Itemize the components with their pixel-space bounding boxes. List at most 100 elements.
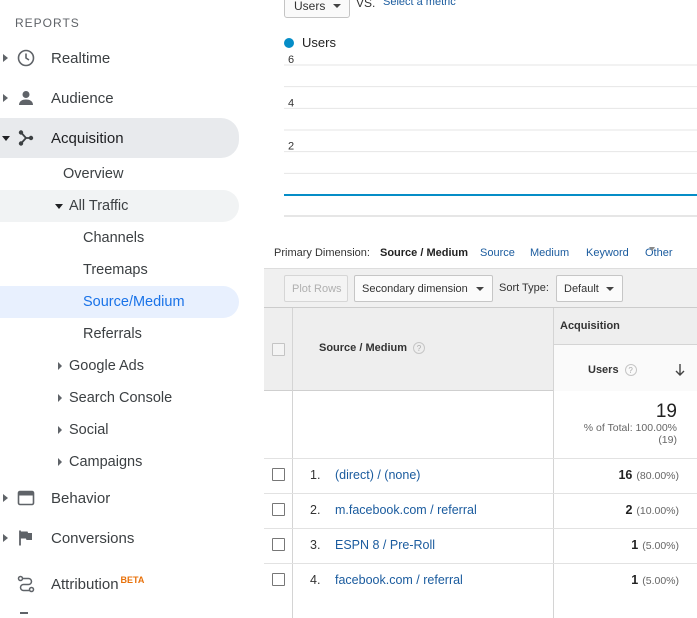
sidebar-item-conversions[interactable]: Conversions [0, 520, 240, 556]
y-tick-label: 4 [288, 97, 294, 109]
reports-section-label: REPORTS [15, 16, 80, 30]
row-users-value: 1 (5.00%) [553, 538, 697, 552]
row-source-link[interactable]: m.facebook.com / referral [335, 503, 477, 517]
sidebar-item-label: Social [69, 422, 109, 438]
row-number: 1. [310, 468, 321, 482]
row-number: 2. [310, 503, 321, 517]
sidebar-item-channels[interactable]: Channels [83, 222, 144, 254]
collapse-caret-icon[interactable] [55, 204, 63, 209]
expand-caret-icon[interactable] [58, 362, 62, 370]
sidebar: REPORTS Realtime Audience Acquisition Ov… [0, 0, 264, 618]
column-header-source-medium[interactable]: Source / Medium? [319, 342, 426, 355]
row-users-value: 1 (5.00%) [553, 573, 697, 587]
sort-descending-icon[interactable] [675, 363, 685, 377]
dropdown-arrow-icon [606, 287, 614, 291]
sidebar-item-label: Audience [51, 89, 114, 107]
expand-caret-icon[interactable] [58, 458, 62, 466]
expand-caret-icon[interactable] [3, 534, 8, 542]
sidebar-item-label: Attribution BETA [51, 574, 145, 593]
sidebar-item-referrals[interactable]: Referrals [83, 318, 142, 350]
next-item-icon [20, 612, 28, 618]
sidebar-item-label: All Traffic [69, 198, 129, 214]
row-source-link[interactable]: facebook.com / referral [335, 573, 463, 587]
dropdown-arrow-icon [476, 287, 484, 291]
primary-dimension-label: Primary Dimension: [274, 247, 370, 259]
sidebar-item-search-console[interactable]: Search Console [0, 382, 239, 414]
row-checkbox[interactable] [272, 468, 285, 481]
sidebar-item-label: Realtime [51, 49, 111, 67]
expand-caret-icon[interactable] [58, 426, 62, 434]
row-number: 3. [310, 538, 321, 552]
sidebar-item-campaigns[interactable]: Campaigns [0, 446, 239, 478]
collapse-caret-icon[interactable] [2, 135, 10, 141]
sidebar-item-treemaps[interactable]: Treemaps [83, 254, 148, 286]
primary-dimension-current: Source / Medium [380, 247, 469, 259]
sidebar-item-label: Source/Medium [83, 294, 185, 310]
users-count: 1 [631, 538, 639, 552]
row-source-link[interactable]: ESPN 8 / Pre-Roll [335, 538, 435, 552]
sidebar-item-acquisition[interactable]: Acquisition [0, 118, 239, 158]
expand-caret-icon[interactable] [3, 94, 8, 102]
row-source-link[interactable]: (direct) / (none) [335, 468, 420, 482]
users-count: 2 [625, 503, 633, 517]
sidebar-item-audience[interactable]: Audience [0, 80, 240, 116]
legend-dot-icon [284, 37, 294, 48]
column-divider [553, 308, 554, 618]
row-users-value: 16 (80.00%) [553, 468, 697, 482]
row-checkbox[interactable] [272, 538, 285, 551]
row-checkbox[interactable] [272, 503, 285, 516]
metric-select[interactable]: Users [284, 0, 350, 18]
users-pct: (80.00%) [636, 470, 679, 482]
person-icon [16, 88, 36, 108]
sidebar-item-google-ads[interactable]: Google Ads [0, 350, 239, 382]
beta-badge: BETA [120, 574, 145, 585]
sidebar-item-social[interactable]: Social [0, 414, 239, 446]
row-checkbox[interactable] [272, 573, 285, 586]
sidebar-item-label: Behavior [51, 489, 111, 507]
select-metric-link[interactable]: Select a metric [383, 0, 456, 8]
table-row: 4. facebook.com / referral 1 (5.00%) [264, 563, 697, 598]
sidebar-item-overview[interactable]: Overview [63, 158, 123, 190]
secondary-dimension-select[interactable]: Secondary dimension [354, 275, 493, 302]
expand-caret-icon[interactable] [58, 394, 62, 402]
row-divider [264, 563, 697, 564]
sidebar-item-all-traffic[interactable]: All Traffic [0, 190, 239, 222]
clock-icon [16, 48, 36, 68]
chart-legend: Users [284, 35, 336, 50]
users-count: 1 [631, 573, 639, 587]
sort-type-select[interactable]: Default [556, 275, 623, 302]
table-row: 3. ESPN 8 / Pre-Roll 1 (5.00%) [264, 528, 697, 563]
sidebar-item-label: Campaigns [69, 454, 143, 470]
sidebar-item-label: Conversions [51, 529, 135, 547]
select-all-checkbox[interactable] [272, 343, 285, 356]
vs-label: VS. [356, 0, 376, 10]
total-abs-line: (19) [658, 434, 677, 446]
help-icon[interactable]: ? [413, 342, 426, 355]
column-header-users[interactable]: Users? [553, 344, 697, 391]
plot-rows-button[interactable]: Plot Rows [284, 275, 348, 302]
expand-caret-icon[interactable] [3, 54, 8, 62]
sidebar-item-realtime[interactable]: Realtime [0, 40, 240, 76]
group-header-acquisition: Acquisition [560, 320, 620, 332]
totals-row: 19 % of Total: 100.00% (19) [264, 391, 697, 458]
flag-icon [16, 528, 36, 548]
sort-type-label: Sort Type: [499, 282, 549, 294]
dimension-link-keyword[interactable]: Keyword [586, 247, 629, 259]
acquisition-icon [16, 128, 36, 148]
users-count: 16 [618, 468, 633, 482]
table-row: 2. m.facebook.com / referral 2 (10.00%) [264, 493, 697, 528]
chevron-down-icon [649, 247, 655, 251]
sort-type-value: Default [564, 282, 599, 295]
dimension-link-source[interactable]: Source [480, 247, 515, 259]
sidebar-item-attribution[interactable]: Attribution BETA [0, 566, 240, 602]
sidebar-item-source-medium[interactable]: Source/Medium [0, 286, 239, 318]
y-tick-label: 6 [288, 54, 294, 66]
metric-select-value: Users [294, 0, 326, 13]
table-row: 1. (direct) / (none) 16 (80.00%) [264, 458, 697, 493]
help-icon[interactable]: ? [624, 364, 637, 377]
total-users-value: 19 [655, 401, 677, 422]
sidebar-item-behavior[interactable]: Behavior [0, 480, 240, 516]
dimension-link-medium[interactable]: Medium [530, 247, 569, 259]
users-label: Users [588, 364, 619, 376]
expand-caret-icon[interactable] [3, 494, 8, 502]
